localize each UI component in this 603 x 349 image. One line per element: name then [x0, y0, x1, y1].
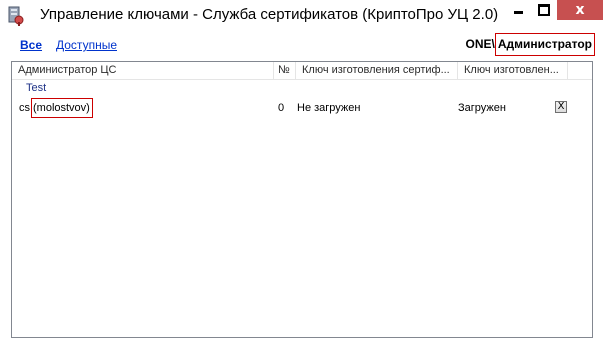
title-bar: Управление ключами - Служба сертификатов… — [0, 0, 603, 31]
filter-available-link[interactable]: Доступные — [56, 38, 117, 52]
window-title: Управление ключами - Служба сертификатов… — [40, 6, 499, 23]
list-item[interactable]: cs (molostvov) 0 Не загружен Загружен X — [12, 98, 592, 120]
maximize-button[interactable] — [531, 0, 557, 20]
filter-bar: Все Доступные ONE\ Администратор — [0, 31, 603, 59]
row-admin-name: (molostvov) — [31, 98, 93, 118]
filter-all-link[interactable]: Все — [20, 38, 42, 52]
delete-button[interactable]: X — [555, 101, 567, 113]
minimize-button[interactable] — [505, 0, 531, 20]
minimize-icon — [513, 11, 523, 14]
row-manufacture-key: Не загружен — [297, 102, 361, 114]
row-number: 0 — [278, 102, 285, 114]
row-prefix: cs — [19, 102, 30, 114]
user-domain: ONE\ — [465, 37, 495, 51]
column-header-number[interactable]: № — [274, 62, 296, 79]
column-header-admin[interactable]: Администратор ЦС — [12, 62, 274, 79]
close-button[interactable]: x — [557, 0, 603, 20]
list-header: Администратор ЦС № Ключ изготовления сер… — [12, 62, 592, 80]
close-icon: x — [575, 2, 585, 18]
group-header[interactable]: Test — [26, 82, 46, 94]
keys-list[interactable]: Администратор ЦС № Ключ изготовления сер… — [11, 61, 593, 338]
row-key-status: Загружен — [458, 102, 506, 114]
key-management-window: Управление ключами - Служба сертификатов… — [0, 0, 603, 349]
column-header-manufacture-key[interactable]: Ключ изготовления сертиф... — [296, 62, 458, 79]
crypto-server-icon — [7, 6, 25, 26]
current-user: ONE\ Администратор — [465, 33, 595, 56]
user-name: Администратор — [494, 33, 595, 56]
column-header-key-status[interactable]: Ключ изготовлен... — [458, 62, 568, 79]
maximize-icon — [538, 4, 550, 16]
